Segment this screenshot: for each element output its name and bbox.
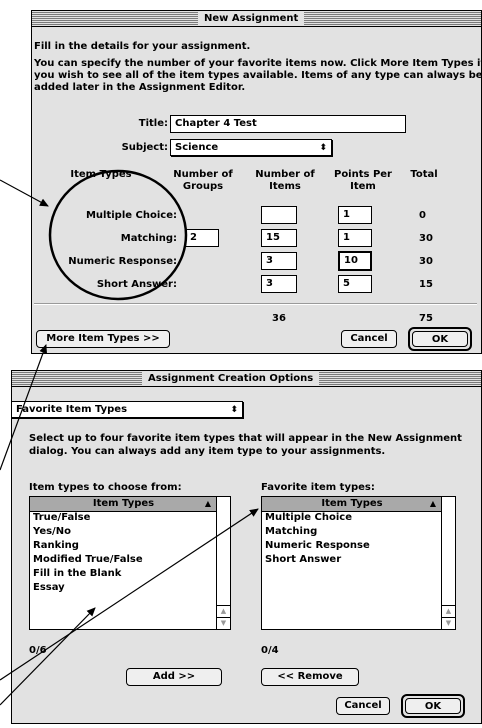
scroll-down-icon[interactable]: ▼: [217, 617, 230, 629]
sort-triangle-icon: ▲: [204, 499, 211, 508]
row-label-short-answer: Short Answer:: [96, 279, 177, 290]
points-input-numeric-response[interactable]: 10: [338, 251, 372, 271]
scroll-up-icon[interactable]: ▲: [442, 605, 455, 617]
popup-arrows-icon: ⬍: [319, 143, 327, 153]
col-header-points: Points Per Item: [328, 169, 398, 193]
options-category-select[interactable]: Favorite Item Types ⬍: [11, 401, 243, 418]
total-short-answer: 15: [419, 279, 433, 290]
more-item-types-button[interactable]: More Item Types >>: [36, 330, 170, 348]
subject-value: Science: [175, 142, 219, 153]
list-item[interactable]: Fill in the Blank: [33, 567, 121, 581]
items-input-matching[interactable]: 15: [261, 229, 297, 247]
scroll-down-icon[interactable]: ▼: [442, 617, 455, 629]
add-button[interactable]: Add >>: [126, 668, 222, 686]
sort-triangle-icon: ▲: [429, 499, 436, 508]
col-header-items-line1: Number of: [255, 169, 315, 180]
subject-label: Subject:: [121, 142, 168, 153]
options-description: dialog. You can always add any item type…: [29, 446, 386, 457]
intro-text: you wish to see all of the item types av…: [34, 70, 482, 81]
list-item[interactable]: Numeric Response: [265, 539, 370, 553]
points-input-multiple-choice[interactable]: 1: [338, 206, 372, 224]
total-multiple-choice: 0: [419, 210, 426, 221]
ok-button[interactable]: OK: [412, 331, 468, 347]
options-cancel-button[interactable]: Cancel: [336, 697, 390, 715]
title-label: Title:: [138, 118, 168, 129]
col-header-items-line2: Items: [269, 181, 301, 192]
list-header[interactable]: Item Types ▲: [30, 497, 217, 512]
list-header-label: Item Types: [321, 498, 383, 509]
list-item[interactable]: Matching: [265, 525, 317, 539]
window-title: New Assignment: [198, 11, 305, 26]
items-input-short-answer[interactable]: 3: [261, 275, 297, 293]
col-header-item-types: Item Types: [70, 169, 132, 180]
list-item[interactable]: Short Answer: [265, 553, 341, 567]
col-header-groups: Number of Groups: [168, 169, 238, 193]
row-label-multiple-choice: Multiple Choice:: [85, 210, 177, 221]
assignment-options-dialog: Assignment Creation Options Favorite Ite…: [11, 370, 482, 724]
intro-text: added later in the Assignment Editor.: [34, 82, 246, 93]
options-description: Select up to four favorite item types th…: [29, 433, 462, 444]
row-label-matching: Matching:: [120, 233, 177, 244]
list-header-label: Item Types: [92, 498, 155, 509]
col-header-points-line1: Points Per: [333, 169, 392, 180]
col-header-items: Number of Items: [250, 169, 320, 193]
window-title: Assignment Creation Options: [142, 371, 320, 386]
favorite-count: 0/4: [261, 645, 279, 656]
sum-items: 36: [272, 313, 286, 324]
ok-button-frame: OK: [408, 327, 472, 351]
intro-text: You can specify the number of your favor…: [34, 58, 482, 69]
sum-total: 75: [419, 313, 433, 324]
remove-button[interactable]: << Remove: [261, 668, 359, 686]
favorite-item-types-list[interactable]: Item Types ▲ ▲ ▼ Multiple Choice Matchin…: [261, 496, 456, 630]
col-header-points-line2: Item: [350, 181, 376, 192]
favorite-list-label: Favorite item types:: [261, 482, 375, 493]
list-header[interactable]: Item Types ▲: [262, 497, 442, 512]
total-matching: 30: [419, 233, 433, 244]
col-header-total: Total: [410, 169, 438, 180]
favorite-list-scrollbar[interactable]: ▲ ▼: [441, 497, 455, 629]
title-input[interactable]: Chapter 4 Test: [170, 115, 406, 133]
new-assignment-dialog: New Assignment Fill in the details for y…: [31, 10, 482, 354]
list-item[interactable]: Yes/No: [33, 525, 71, 539]
subject-select[interactable]: Science ⬍: [170, 139, 332, 156]
cancel-button[interactable]: Cancel: [341, 330, 397, 348]
list-item[interactable]: Modified True/False: [33, 553, 143, 567]
items-input-multiple-choice[interactable]: [261, 206, 297, 224]
list-item[interactable]: True/False: [33, 511, 90, 525]
points-input-short-answer[interactable]: 5: [338, 275, 372, 293]
list-item[interactable]: Ranking: [33, 539, 79, 553]
list-item[interactable]: Essay: [33, 581, 65, 595]
popup-arrows-icon: ⬍: [230, 405, 238, 415]
options-ok-button[interactable]: OK: [405, 698, 461, 714]
choose-list-label: Item types to choose from:: [29, 482, 182, 493]
scroll-up-icon[interactable]: ▲: [217, 605, 230, 617]
row-label-numeric-response: Numeric Response:: [68, 256, 177, 267]
total-numeric-response: 30: [419, 256, 433, 267]
choose-item-types-list[interactable]: Item Types ▲ ▲ ▼ True/False Yes/No Ranki…: [29, 496, 231, 630]
new-assignment-titlebar[interactable]: New Assignment: [32, 11, 481, 27]
items-input-numeric-response[interactable]: 3: [261, 252, 297, 270]
points-input-matching[interactable]: 1: [338, 229, 372, 247]
col-header-groups-line1: Number of: [173, 169, 233, 180]
choose-list-scrollbar[interactable]: ▲ ▼: [216, 497, 230, 629]
groups-input-matching[interactable]: 2: [185, 229, 219, 247]
options-ok-button-frame: OK: [401, 694, 465, 718]
list-item[interactable]: Multiple Choice: [265, 511, 352, 525]
choose-count: 0/6: [29, 645, 47, 656]
col-header-groups-line2: Groups: [182, 181, 224, 192]
options-titlebar[interactable]: Assignment Creation Options: [12, 371, 481, 387]
options-category-value: Favorite Item Types: [16, 404, 128, 415]
intro-text: Fill in the details for your assignment.: [34, 41, 251, 52]
divider: [34, 303, 477, 305]
